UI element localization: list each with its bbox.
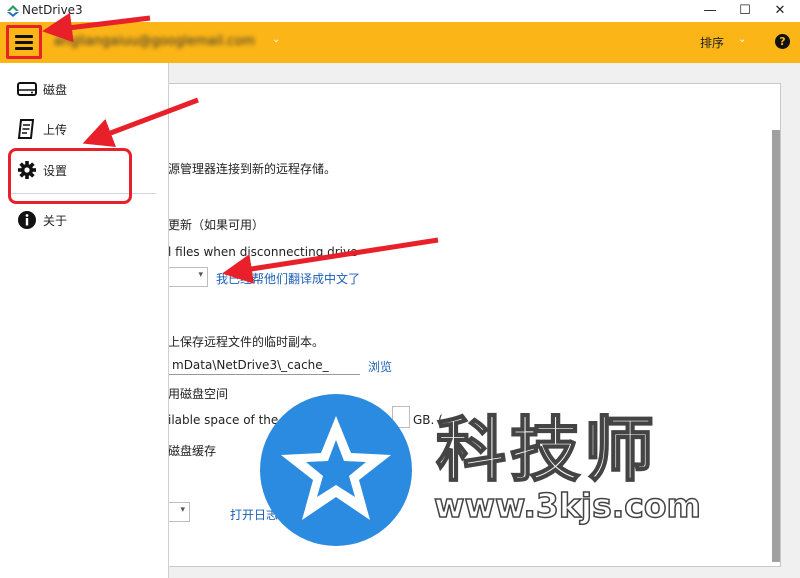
drive-icon — [17, 82, 37, 96]
scrollbar[interactable] — [772, 130, 780, 562]
sort-button[interactable]: 排序 — [700, 34, 724, 51]
sidebar-menu: 磁盘 上传 设置 关于 — [0, 63, 169, 578]
disk-space-text: 用磁盘空间 — [168, 387, 229, 401]
title-bar: NetDrive3 — ☐ ✕ — [0, 0, 800, 22]
account-email[interactable]: angliangaiuu@googlemail.com — [54, 34, 255, 49]
language-dropdown[interactable]: ▾ — [168, 267, 208, 287]
watermark-url-text: www.3kjs.com — [433, 485, 701, 526]
menu-bar-icon — [15, 47, 33, 50]
auto-update-text: 更新（如果可用） — [168, 218, 265, 232]
info-icon — [18, 211, 36, 229]
browse-link[interactable]: 浏览 — [368, 358, 392, 375]
cache-path-value: mData\NetDrive3\_cache_ — [172, 358, 329, 372]
disconnect-setting-text: l files when disconnecting drive — [168, 245, 358, 259]
maximize-button[interactable]: ☐ — [725, 0, 765, 22]
translate-link[interactable]: 我已经帮他们翻译成中文了 — [216, 270, 360, 287]
explorer-setting-text: 源管理器连接到新的远程存储。 — [168, 162, 337, 176]
cache-path-field[interactable]: mData\NetDrive3\_cache_ — [168, 356, 360, 375]
log-level-dropdown[interactable]: ▾ — [168, 502, 190, 522]
sidebar-item-drives[interactable]: 磁盘 — [16, 76, 161, 102]
help-icon[interactable]: ? — [775, 34, 790, 49]
upload-icon — [17, 119, 35, 139]
watermark-brand-text: 科技师 — [435, 408, 658, 492]
menu-bar-icon — [15, 41, 33, 44]
chevron-down-icon: ▾ — [180, 505, 185, 515]
netdrive-logo-icon — [7, 5, 19, 17]
chevron-down-icon: ▾ — [198, 270, 203, 280]
minimize-button[interactable]: — — [690, 0, 730, 22]
close-button[interactable]: ✕ — [760, 0, 800, 22]
hamburger-menu-button[interactable] — [6, 25, 42, 59]
app-toolbar: angliangaiuu@googlemail.com ⌄ 排序 ⌄ ? — [0, 22, 800, 63]
account-chevron-down-icon[interactable]: ⌄ — [272, 34, 280, 45]
open-log-link[interactable]: 打开日志 — [230, 506, 278, 523]
sidebar-item-label: 上传 — [43, 123, 68, 137]
sidebar-item-label: 磁盘 — [43, 83, 68, 97]
menu-bar-icon — [15, 35, 33, 38]
temp-copy-text: 上保存远程文件的临时副本。 — [168, 335, 325, 349]
settings-highlight-box — [8, 148, 132, 204]
sidebar-item-about[interactable]: 关于 — [16, 207, 161, 233]
cache-size-input[interactable] — [392, 406, 410, 428]
available-space-text: ilable space of the ca — [168, 413, 297, 427]
disk-cache-text: 磁盘缓存 — [168, 444, 217, 458]
sort-chevron-down-icon[interactable]: ⌄ — [738, 34, 746, 45]
sidebar-item-label: 关于 — [43, 214, 68, 228]
window-title: NetDrive3 — [22, 3, 83, 17]
sidebar-item-upload[interactable]: 上传 — [16, 116, 161, 142]
